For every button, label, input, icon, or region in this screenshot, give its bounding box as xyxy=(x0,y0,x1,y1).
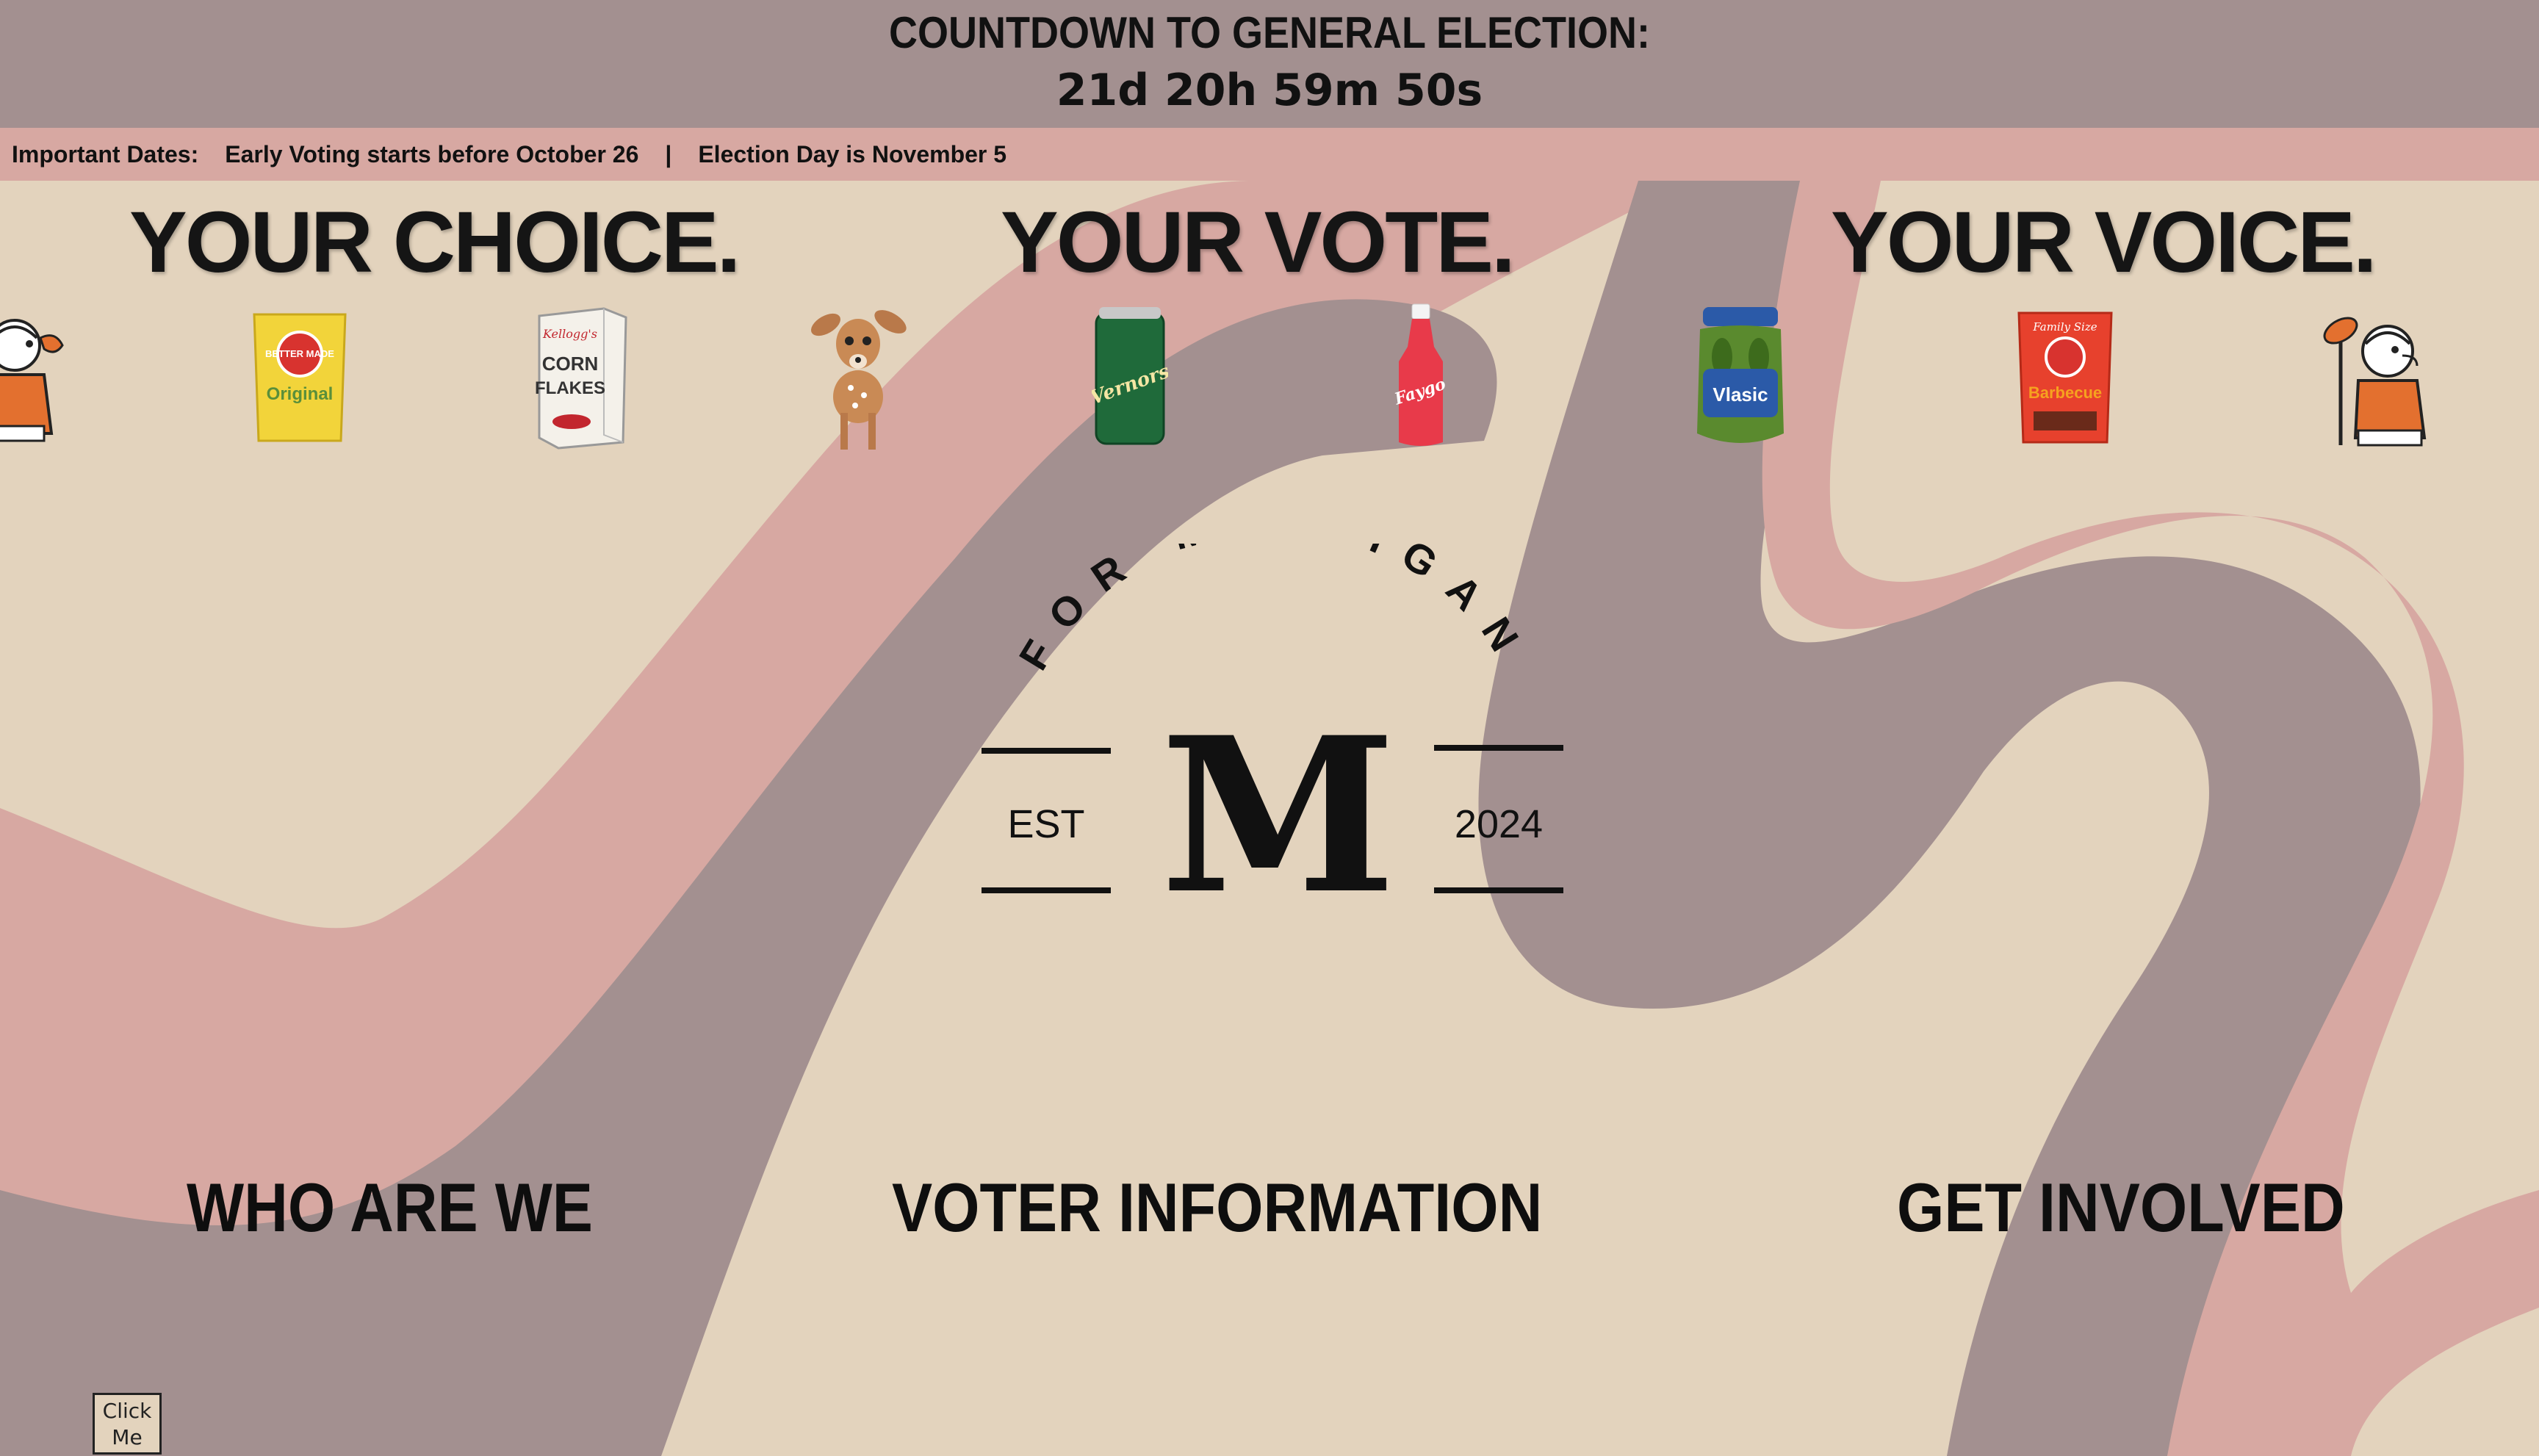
little-caesars-mascot-icon xyxy=(0,319,64,442)
slogan-your-choice: YOUR CHOICE. xyxy=(129,194,741,291)
click-me-line2: Me xyxy=(112,1425,143,1449)
emblem-est-text: EST xyxy=(1007,802,1084,846)
cereal-brand-text: Kellogg's xyxy=(542,327,597,341)
countdown-title: COUNTDOWN TO GENERAL ELECTION: xyxy=(888,8,1650,57)
countdown-banner: COUNTDOWN TO GENERAL ELECTION: 21d 20h 5… xyxy=(0,0,2539,128)
slogan-your-voice: YOUR VOICE. xyxy=(1831,194,2377,291)
deer-fawn-icon xyxy=(811,310,907,450)
click-me-button[interactable]: Click Me xyxy=(93,1393,162,1455)
dates-separator: | xyxy=(665,140,672,167)
chips-flavor-text: Original xyxy=(267,384,334,404)
click-me-line1: Click xyxy=(102,1399,152,1423)
for-michigan-emblem: FOR MICHIGAN EST M 2024 xyxy=(982,544,1563,926)
important-dates-bar: Important Dates: Early Voting starts bef… xyxy=(0,128,2539,181)
emblem-arc-text: FOR MICHIGAN xyxy=(1010,544,1540,678)
chips-brand-text: BETTER MADE xyxy=(265,348,334,359)
little-caesars-mascot-icon xyxy=(2323,317,2427,447)
pickle-brand-text: Vlasic xyxy=(1713,383,1768,406)
nav-who-are-we[interactable]: WHO ARE WE xyxy=(187,1168,593,1247)
corn-flakes-box-icon: Kellogg's CORN FLAKES xyxy=(535,307,627,450)
bbq-top-text: Family Size xyxy=(2032,320,2097,334)
cereal-name-line1: CORN xyxy=(542,353,599,375)
nav-voter-information[interactable]: VOTER INFORMATION xyxy=(892,1168,1542,1247)
countdown-timer: 21d 20h 59m 50s xyxy=(1056,65,1483,116)
faygo-bottle-icon: Faygo xyxy=(1391,303,1448,446)
vlasic-pickle-jar-icon: Vlasic xyxy=(1697,307,1784,443)
emblem-letter: M xyxy=(1160,691,1396,926)
election-day-date: Election Day is November 5 xyxy=(698,140,1007,167)
potato-chip-bag-icon: BETTER MADE Original xyxy=(253,313,347,442)
emblem-year-text: 2024 xyxy=(1455,802,1543,846)
nav-get-involved[interactable]: GET INVOLVED xyxy=(1897,1168,2345,1247)
vernors-can-icon: Vernors xyxy=(1092,307,1168,445)
early-voting-date: Early Voting starts before October 26 xyxy=(225,140,639,167)
bbq-flavor-text: Barbecue xyxy=(2028,383,2102,402)
barbecue-chip-bag-icon: Family Size Barbecue xyxy=(2017,311,2113,444)
important-dates-label: Important Dates: xyxy=(12,140,199,167)
slogan-your-vote: YOUR VOTE. xyxy=(1001,194,1516,291)
cereal-name-line2: FLAKES xyxy=(535,378,605,398)
